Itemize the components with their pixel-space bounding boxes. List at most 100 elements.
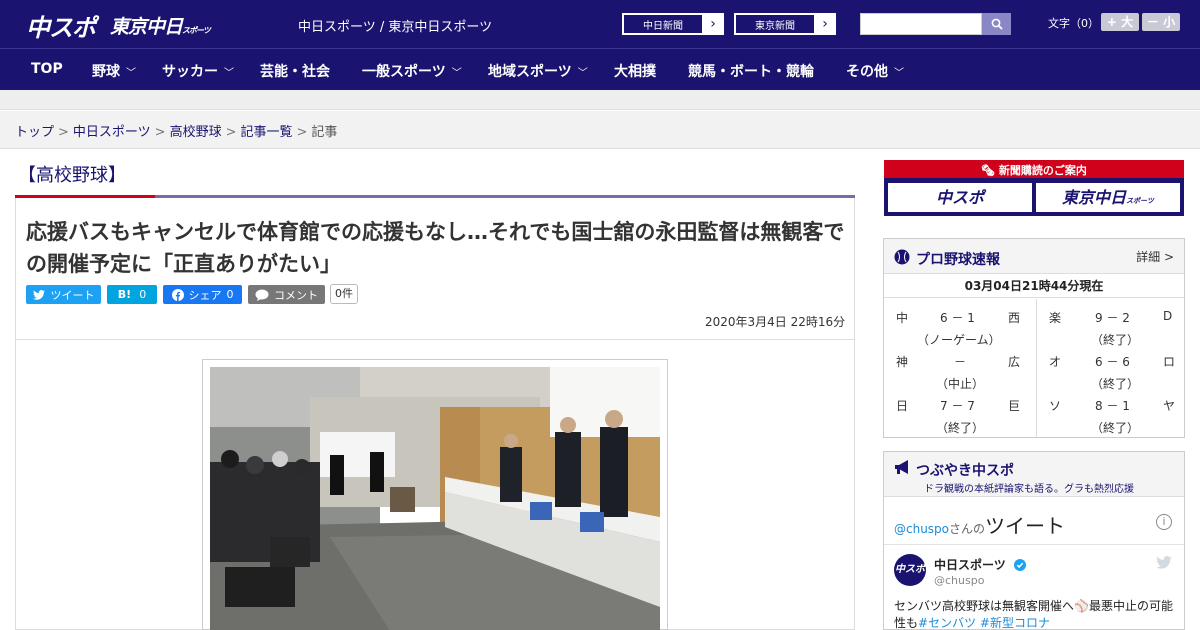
- team-home: 中: [896, 311, 909, 325]
- team-away: D: [1163, 309, 1173, 323]
- article-photo[interactable]: [210, 367, 660, 630]
- chevron-down-icon: ﹀: [577, 68, 588, 79]
- ad-tokyo-chunichi-logo[interactable]: 東京中日スポーツ: [1036, 183, 1180, 212]
- tweet-text: センバツ高校野球は無観客開催へ⚾最悪中止の可能性も#センバツ #新型コロナ: [894, 598, 1179, 629]
- game-score[interactable]: 8 － 1: [1095, 397, 1130, 414]
- tokyo-logo-small: スポーツ: [182, 26, 211, 35]
- breadcrumb-bar: トップ > 中日スポーツ > 高校野球 > 記事一覧 > 記事: [0, 111, 1200, 149]
- breadcrumb-article-list[interactable]: 記事一覧: [241, 125, 293, 140]
- team-away: 広: [1008, 355, 1021, 369]
- top-header: 中スポ 東京中日スポーツ 中日スポーツ / 東京中日スポーツ 中日新聞 › 東京…: [0, 0, 1200, 48]
- ext-link-label: 東京新聞: [735, 14, 815, 34]
- twitter-widget-header: つぶやき中スポ ドラ観戦の本紙評論家も語る。グラも熱烈応援: [884, 452, 1184, 497]
- article-category[interactable]: 【高校野球】: [18, 161, 126, 187]
- tweets-heading: @chuspoさんのツイート: [894, 510, 1065, 539]
- article-divider: [16, 339, 854, 340]
- search-button[interactable]: [982, 13, 1011, 35]
- twitter-widget: つぶやき中スポ ドラ観戦の本紙評論家も語る。グラも熱烈応援 @chuspoさんの…: [883, 451, 1185, 630]
- twitter-widget-subtitle: ドラ観戦の本紙評論家も語る。グラも熱烈応援: [924, 484, 1134, 495]
- baseball-emoji-icon: ⚾: [1074, 599, 1089, 613]
- search-icon: [991, 18, 1003, 30]
- game-status: （終了）: [936, 421, 985, 435]
- nav-item-racing[interactable]: 競馬・ボート・競輪: [688, 61, 814, 81]
- chevron-right-icon: ›: [822, 16, 828, 32]
- newspaper-icon: 🗞: [981, 164, 999, 177]
- nav-item-soccer[interactable]: サッカー ﹀: [162, 61, 234, 81]
- tweet-account-handle[interactable]: @chuspo: [934, 574, 984, 587]
- comment-button[interactable]: コメント: [248, 285, 325, 304]
- main-nav: TOP 野球 ﹀ サッカー ﹀ 芸能・社会 一般スポーツ ﹀ 地域スポーツ ﹀ 大相撲 …: [0, 48, 1200, 90]
- nav-item-baseball[interactable]: 野球 ﹀: [92, 61, 136, 81]
- facebook-share-button[interactable]: シェア 0: [163, 285, 242, 304]
- info-icon[interactable]: i: [1156, 514, 1172, 530]
- nav-label: サッカー: [162, 64, 218, 80]
- nav-item-entertainment[interactable]: 芸能・社会: [260, 61, 330, 81]
- hashtag-link[interactable]: #新型コロナ: [980, 616, 1050, 629]
- game-score[interactable]: 7 － 7: [940, 397, 975, 414]
- chuspo-logo[interactable]: 中スポ: [26, 8, 96, 43]
- scores-detail-link[interactable]: 詳細 >: [1136, 248, 1174, 265]
- tweet-account-name[interactable]: 中日スポーツ: [934, 556, 1026, 573]
- nav-label: 芸能・社会: [260, 64, 330, 80]
- comment-count: 0件: [330, 284, 358, 304]
- hatena-bookmark-button[interactable]: B! 0: [107, 285, 157, 304]
- tokyo-chunichi-logo[interactable]: 東京中日スポーツ: [110, 12, 211, 39]
- scores-timestamp: 03月04日21時44分現在: [884, 274, 1184, 298]
- breadcrumb-separator: >: [296, 125, 308, 140]
- nav-item-local-sports[interactable]: 地域スポーツ ﹀: [488, 61, 588, 81]
- handle-suffix: さんの: [949, 522, 986, 536]
- breadcrumb-top[interactable]: トップ: [15, 125, 54, 140]
- hatena-count: 0: [139, 288, 147, 301]
- game-score[interactable]: 9 － 2: [1095, 309, 1130, 326]
- tweets-heading-label: ツイート: [985, 514, 1066, 538]
- search-input[interactable]: [860, 13, 982, 35]
- game-score[interactable]: 6 － 1: [940, 309, 975, 326]
- breadcrumb-separator: >: [58, 125, 69, 140]
- team-home: 日: [896, 399, 909, 413]
- chunichi-shimbun-link[interactable]: 中日新聞 ›: [622, 13, 724, 35]
- breadcrumb-high-school-baseball[interactable]: 高校野球: [170, 125, 222, 140]
- article-date: 2020年3月4日 22時16分: [705, 315, 846, 329]
- nav-item-general-sports[interactable]: 一般スポーツ ﹀: [362, 61, 462, 81]
- font-increase-button[interactable]: + 大: [1101, 13, 1139, 31]
- tweet-label: ツイート: [50, 288, 95, 302]
- nav-item-sumo[interactable]: 大相撲: [614, 61, 656, 81]
- twitter-bird-icon[interactable]: [1156, 556, 1172, 569]
- subscription-ad-label: 新聞購読のご案内: [998, 164, 1087, 177]
- twitter-bird-icon: [32, 289, 45, 300]
- nav-item-other[interactable]: その他 ﹀: [846, 61, 904, 81]
- tweet-button[interactable]: ツイート: [26, 285, 101, 304]
- article-headline: 応援バスもキャンセルで体育館での応援もなし…それでも国士舘の永田監督は無観客での…: [26, 220, 845, 276]
- nav-label: その他: [846, 64, 888, 80]
- article-photo-frame: [202, 359, 668, 630]
- team-away: 巨: [1008, 399, 1021, 413]
- team-home: ソ: [1049, 399, 1062, 413]
- chevron-right-icon: ›: [710, 16, 716, 32]
- megaphone-icon: [895, 460, 908, 474]
- pro-baseball-scores: プロ野球速報 詳細 > 03月04日21時44分現在 中 6 － 1 西 （ノー…: [883, 238, 1185, 438]
- verified-badge-icon: [1013, 559, 1026, 571]
- tokyo-shimbun-link[interactable]: 東京新聞 ›: [734, 13, 836, 35]
- nav-item-top[interactable]: TOP: [31, 61, 63, 77]
- game-score[interactable]: 6 － 6: [1095, 353, 1130, 370]
- facebook-icon: [171, 288, 184, 301]
- nav-label: 一般スポーツ: [362, 64, 446, 80]
- press-conference-photo: [210, 367, 660, 630]
- avatar[interactable]: 中スポ: [894, 554, 926, 586]
- game-score[interactable]: －: [954, 353, 966, 370]
- game-status: （終了）: [1091, 421, 1140, 435]
- team-away: ロ: [1163, 355, 1176, 369]
- ad-chuspo-logo[interactable]: 中スポ: [888, 183, 1032, 212]
- hashtag-link[interactable]: #センバツ: [918, 616, 976, 629]
- team-home: 楽: [1049, 311, 1062, 325]
- team-home: 神: [896, 355, 909, 369]
- ext-link-label: 中日新聞: [623, 14, 703, 34]
- twitter-divider: [884, 544, 1184, 545]
- twitter-handle-link[interactable]: @chuspo: [894, 522, 949, 536]
- scores-title: プロ野球速報: [916, 252, 1000, 268]
- breadcrumb-chunichi-sports[interactable]: 中日スポーツ: [73, 125, 151, 140]
- speech-bubble-icon: [255, 289, 269, 301]
- font-decrease-button[interactable]: － 小: [1142, 13, 1180, 31]
- chevron-down-icon: ﹀: [451, 68, 462, 79]
- twitter-widget-title: つぶやき中スポ: [916, 463, 1014, 479]
